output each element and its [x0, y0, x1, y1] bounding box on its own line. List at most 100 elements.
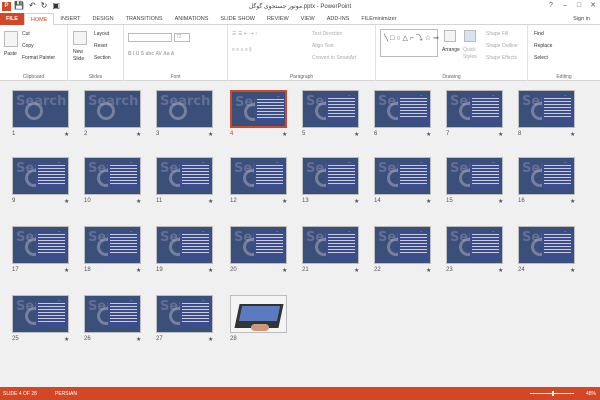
layout-button[interactable]: Layout	[94, 31, 109, 37]
transition-star-icon[interactable]: ★	[136, 198, 141, 205]
new-slide-icon[interactable]	[73, 31, 87, 45]
bold-icon[interactable]: B I U S abc AV Aa A	[128, 51, 174, 57]
transition-star-icon[interactable]: ★	[426, 131, 431, 138]
reset-button[interactable]: Reset	[94, 43, 107, 49]
tab-animations[interactable]: ANIMATIONS	[169, 13, 215, 25]
slide-thumbnail[interactable]: Search	[518, 226, 575, 264]
new-slide-button[interactable]: New	[73, 49, 83, 55]
transition-star-icon[interactable]: ★	[498, 198, 503, 205]
tab-add-ins[interactable]: ADD-INS	[321, 13, 356, 25]
transition-star-icon[interactable]: ★	[208, 336, 213, 343]
quick-styles-button[interactable]: Quick	[463, 47, 476, 53]
copy-button[interactable]: Copy	[22, 43, 34, 49]
paste-button[interactable]: Paste	[4, 51, 17, 57]
slide-thumbnail[interactable]: Search	[230, 226, 287, 264]
transition-star-icon[interactable]: ★	[64, 131, 69, 138]
maximize-button[interactable]: □	[572, 0, 586, 11]
format-painter-button[interactable]: Format Painter	[22, 55, 55, 61]
slide-thumbnail[interactable]: Search	[374, 90, 431, 128]
tab-view[interactable]: VIEW	[295, 13, 321, 25]
transition-star-icon[interactable]: ★	[426, 198, 431, 205]
replace-button[interactable]: Replace	[534, 43, 552, 49]
transition-star-icon[interactable]: ★	[64, 198, 69, 205]
transition-star-icon[interactable]: ★	[208, 267, 213, 274]
tab-design[interactable]: DESIGN	[87, 13, 120, 25]
arrange-icon[interactable]	[444, 30, 456, 42]
slide-thumbnail[interactable]: Search	[84, 90, 141, 128]
transition-star-icon[interactable]: ★	[498, 131, 503, 138]
transition-star-icon[interactable]: ★	[282, 198, 287, 205]
slide-thumbnail[interactable]: Search	[302, 157, 359, 195]
slide-thumbnail[interactable]: Search	[302, 226, 359, 264]
tab-review[interactable]: REVIEW	[261, 13, 295, 25]
transition-star-icon[interactable]: ★	[282, 267, 287, 274]
quick-styles-icon[interactable]	[464, 30, 476, 42]
slide-thumbnail[interactable]: Search	[446, 157, 503, 195]
slide-thumbnail[interactable]: Search	[518, 157, 575, 195]
slide-thumbnail[interactable]: Search	[518, 90, 575, 128]
cut-button[interactable]: Cut	[22, 31, 30, 37]
new-slide-button-line2[interactable]: Slide	[73, 56, 84, 62]
shape-outline-button[interactable]: Shape Outline	[486, 43, 518, 49]
slide-thumbnail[interactable]: Search	[12, 90, 69, 128]
slide-thumbnail[interactable]: Search	[12, 226, 69, 264]
slide-thumbnail[interactable]: Search	[446, 226, 503, 264]
find-button[interactable]: Find	[534, 31, 544, 37]
close-button[interactable]: ✕	[586, 0, 600, 11]
transition-star-icon[interactable]: ★	[570, 131, 575, 138]
transition-star-icon[interactable]: ★	[208, 131, 213, 138]
bullets-icon[interactable]: ☰ ☰ ⇤ ⇥ ↕	[232, 31, 257, 37]
quick-styles-button-line2[interactable]: Styles	[463, 54, 477, 60]
tab-fileminimizer[interactable]: FILEminimizer	[355, 13, 402, 25]
slide-thumbnail[interactable]: Search	[156, 157, 213, 195]
sign-in-link[interactable]: Sign in	[573, 13, 590, 25]
transition-star-icon[interactable]: ★	[64, 336, 69, 343]
slide-thumbnail[interactable]: Search	[84, 295, 141, 333]
font-name-box[interactable]	[128, 33, 172, 42]
slide-thumbnail[interactable]: Search	[156, 295, 213, 333]
text-direction-button[interactable]: Text Direction	[312, 31, 342, 37]
transition-star-icon[interactable]: ★	[208, 198, 213, 205]
tab-file[interactable]: FILE	[0, 13, 24, 25]
transition-star-icon[interactable]: ★	[282, 131, 287, 138]
slide-thumbnail[interactable]: Search	[12, 157, 69, 195]
transition-star-icon[interactable]: ★	[426, 267, 431, 274]
zoom-level[interactable]: 48%	[586, 391, 596, 397]
paste-icon[interactable]	[4, 31, 18, 47]
transition-star-icon[interactable]: ★	[354, 131, 359, 138]
zoom-slider-knob[interactable]	[552, 391, 554, 396]
language-indicator[interactable]: PERSIAN	[55, 391, 77, 397]
select-button[interactable]: Select	[534, 55, 548, 61]
tab-slide-show[interactable]: SLIDE SHOW	[214, 13, 261, 25]
transition-star-icon[interactable]: ★	[136, 267, 141, 274]
slide-thumbnail[interactable]: Search	[302, 90, 359, 128]
slide-thumbnail[interactable]: Search	[84, 157, 141, 195]
transition-star-icon[interactable]: ★	[570, 267, 575, 274]
align-text-button[interactable]: Align Text	[312, 43, 334, 49]
slide-thumbnail[interactable]: Search	[374, 157, 431, 195]
convert-smartart-button[interactable]: Convert to SmartArt	[312, 55, 356, 61]
slide-thumbnail[interactable]: Search	[156, 90, 213, 128]
transition-star-icon[interactable]: ★	[498, 267, 503, 274]
slide-thumbnail[interactable]: Search	[84, 226, 141, 264]
slide-thumbnail[interactable]: Search	[12, 295, 69, 333]
transition-star-icon[interactable]: ★	[570, 198, 575, 205]
slide-thumbnail[interactable]: Search	[230, 90, 287, 128]
slide-thumbnail[interactable]: Search	[156, 226, 213, 264]
tab-insert[interactable]: INSERT	[54, 13, 86, 25]
slide-thumbnail[interactable]: Search	[230, 157, 287, 195]
help-button[interactable]: ?	[544, 0, 558, 11]
transition-star-icon[interactable]: ★	[136, 131, 141, 138]
align-icons[interactable]: ≡ ≡ ≡ ≡ ⫼	[232, 47, 252, 53]
transition-star-icon[interactable]: ★	[136, 336, 141, 343]
shape-fill-button[interactable]: Shape Fill	[486, 31, 508, 37]
shape-effects-button[interactable]: Shape Effects	[486, 55, 517, 61]
transition-star-icon[interactable]: ★	[354, 267, 359, 274]
transition-star-icon[interactable]: ★	[64, 267, 69, 274]
arrange-button[interactable]: Arrange	[442, 47, 460, 53]
tab-transitions[interactable]: TRANSITIONS	[120, 13, 169, 25]
zoom-slider[interactable]	[530, 391, 574, 396]
slide-thumbnail[interactable]: Search	[446, 90, 503, 128]
slide-thumbnail[interactable]	[230, 295, 287, 333]
slide-thumbnail[interactable]: Search	[374, 226, 431, 264]
